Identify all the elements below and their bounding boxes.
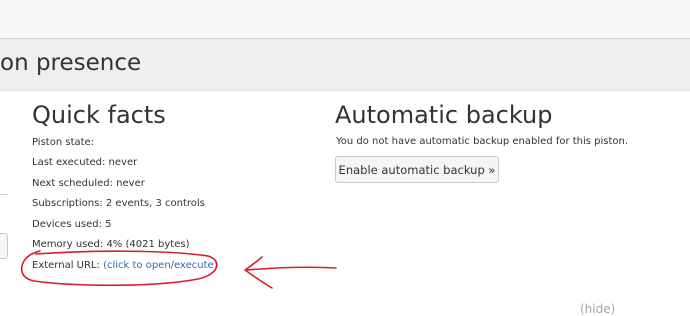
enable-backup-button[interactable]: Enable automatic backup » xyxy=(335,156,499,183)
left-divider xyxy=(0,194,8,195)
annotation-arrow-icon xyxy=(244,256,337,289)
piston-state-label: Piston state: xyxy=(32,137,95,148)
left-partial-button[interactable] xyxy=(0,233,8,259)
external-url-label: External URL: xyxy=(32,260,100,271)
memory-used: Memory used: 4% (4021 bytes) xyxy=(32,239,190,250)
automatic-backup-heading: Automatic backup xyxy=(335,101,553,129)
external-url-link[interactable]: (click to open/execute) xyxy=(103,260,218,271)
devices-used: Devices used: 5 xyxy=(32,219,112,230)
next-scheduled: Next scheduled: never xyxy=(32,178,145,189)
backup-description: You do not have automatic backup enabled… xyxy=(336,136,629,147)
top-navbar xyxy=(0,0,690,39)
last-executed: Last executed: never xyxy=(32,157,138,168)
subscriptions: Subscriptions: 2 events, 3 controls xyxy=(32,198,205,209)
quick-facts-heading: Quick facts xyxy=(32,101,166,129)
external-url-row: External URL: (click to open/execute) xyxy=(32,260,218,271)
page-title: on presence xyxy=(0,50,142,76)
